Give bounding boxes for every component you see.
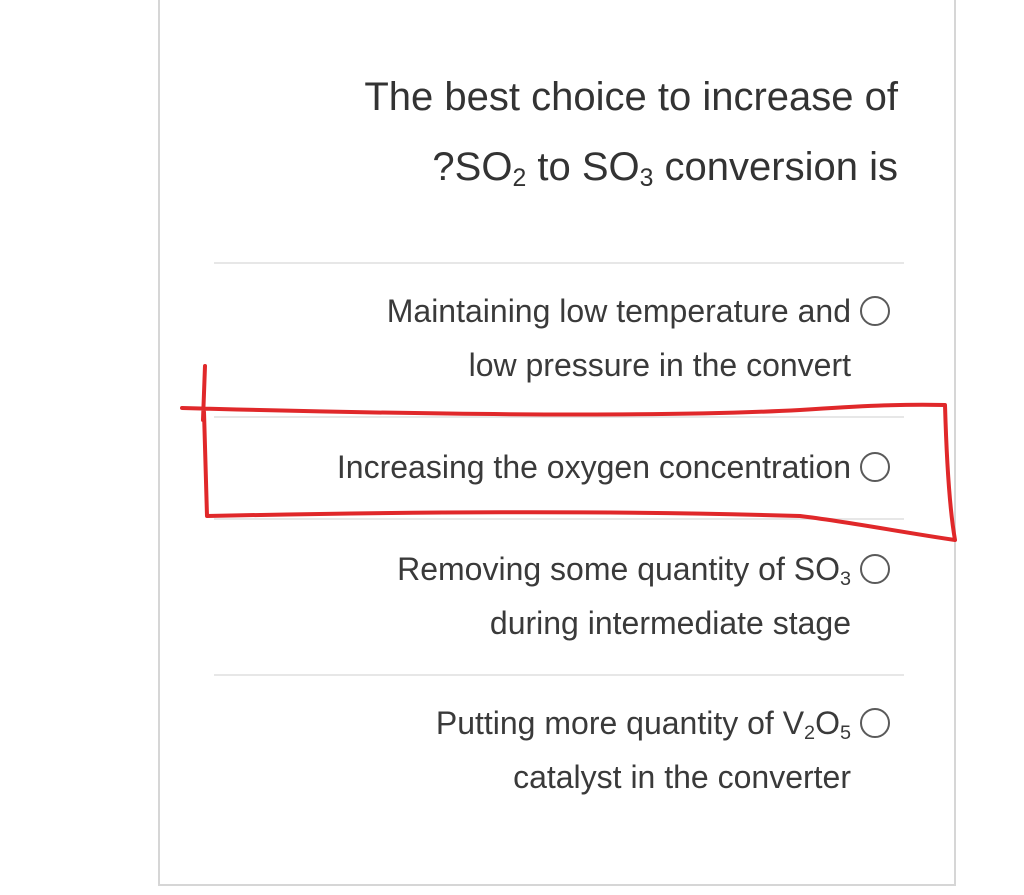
- option-label: Increasing the oxygen concentration: [336, 449, 851, 485]
- answer-option-3[interactable]: Removing some quantity of SO3 during int…: [397, 542, 890, 650]
- answer-option-4[interactable]: Putting more quantity of V2O5 catalyst i…: [436, 696, 890, 804]
- question-card: The best choice to increase of ?SO2 to S…: [158, 0, 956, 886]
- radio-unchecked-icon[interactable]: [860, 296, 890, 326]
- question-line-1: The best choice to increase of: [364, 75, 898, 119]
- question-text: The best choice to increase of ?SO2 to S…: [258, 62, 898, 202]
- radio-unchecked-icon[interactable]: [860, 452, 890, 482]
- question-line-2: ?SO2 to SO3 conversion is: [432, 145, 898, 193]
- answer-option-1[interactable]: Maintaining low temperature and low pres…: [387, 284, 890, 392]
- radio-unchecked-icon[interactable]: [860, 554, 890, 584]
- divider: [214, 416, 904, 418]
- divider: [214, 262, 904, 264]
- answer-option-2[interactable]: Increasing the oxygen concentration: [337, 440, 890, 494]
- option-label: Removing some quantity of SO3 during int…: [397, 551, 851, 641]
- option-label: Putting more quantity of V2O5 catalyst i…: [435, 705, 851, 795]
- divider: [214, 674, 904, 676]
- divider: [214, 518, 904, 520]
- radio-unchecked-icon[interactable]: [860, 708, 890, 738]
- option-label: Maintaining low temperature and low pres…: [386, 293, 851, 383]
